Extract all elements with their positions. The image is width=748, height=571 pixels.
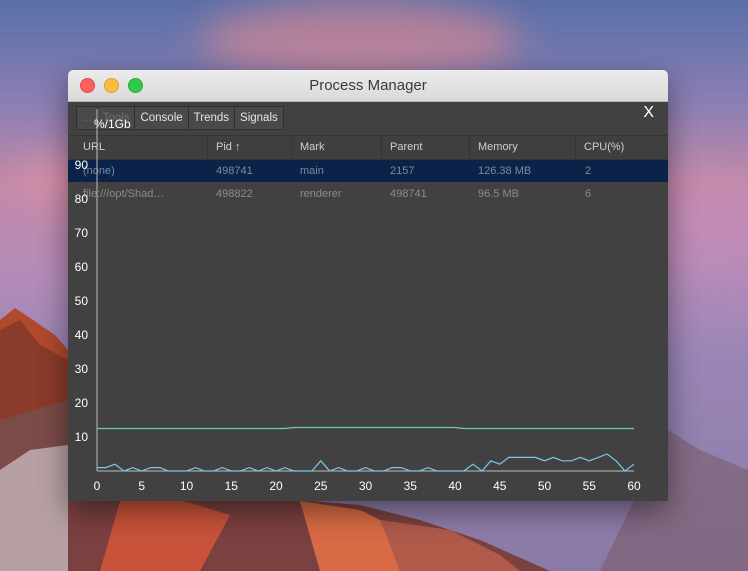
x-tick-label: 5	[138, 479, 145, 493]
y-tick-label: 30	[75, 362, 89, 376]
y-tick-label: 90	[75, 158, 89, 172]
series-line-2	[97, 453, 635, 472]
x-tick-label: 30	[359, 479, 373, 493]
y-axis-label: %/1Gb	[94, 117, 131, 131]
y-tick-label: 70	[75, 226, 89, 240]
y-tick-label: 60	[75, 260, 89, 274]
x-tick-label: 50	[538, 479, 552, 493]
y-tick-label: 10	[75, 430, 89, 444]
x-tick-label: 40	[448, 479, 462, 493]
x-tick-label: 25	[314, 479, 328, 493]
series-line-1	[97, 426, 634, 430]
x-tick-label: 15	[225, 479, 239, 493]
y-tick-label: 50	[75, 294, 89, 308]
process-manager-window: Process Manager ... Tools Console Trends…	[68, 70, 668, 501]
y-tick-label: 40	[75, 328, 89, 342]
x-tick-label: 55	[583, 479, 597, 493]
y-tick-label: 80	[75, 192, 89, 206]
x-tick-label: 0	[94, 479, 101, 493]
x-tick-label: 20	[269, 479, 283, 493]
trends-chart: %/1Gb 10 20 30 40 50 60 70 80 90 0 5 10 15 20 25 30 35 40 4…	[75, 109, 641, 493]
x-tick-label: 45	[493, 479, 507, 493]
x-tick-label: 10	[180, 479, 194, 493]
x-tick-label: 35	[404, 479, 418, 493]
x-tick-label: 60	[627, 479, 641, 493]
y-tick-label: 20	[75, 396, 89, 410]
